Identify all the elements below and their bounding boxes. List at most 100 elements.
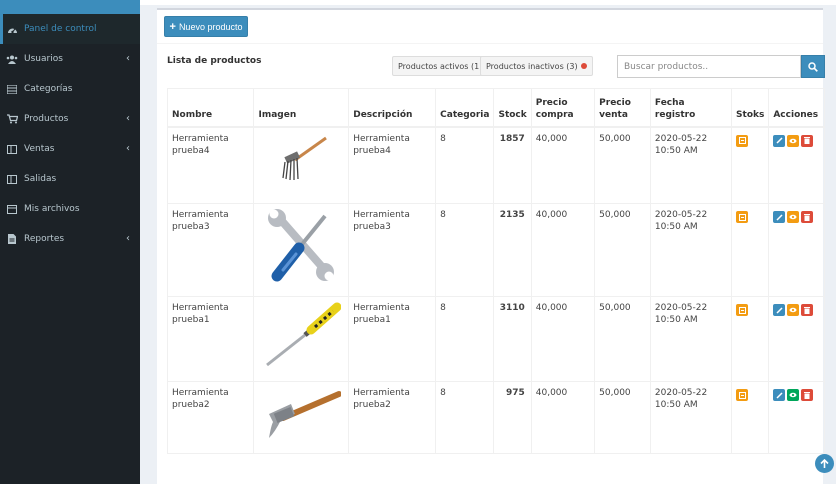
chevron-left-icon: ‹ [126,233,130,244]
cell-stock: 3110 [493,296,532,382]
sidebar-item-panel-de-control[interactable]: Panel de control [0,14,140,44]
view-button[interactable] [787,389,800,401]
table-row: Herramienta prueba3 Herramienta prueba3 … [166,203,825,297]
cell-precio-venta: 50,000 [594,126,651,204]
col-header-acciones: Acciones [768,88,825,128]
view-button[interactable] [787,211,800,223]
col-header-categoria: Categoria [435,88,495,128]
trash-icon [804,306,811,314]
sidebar-item-label: Categorías [24,84,73,94]
delete-button[interactable] [801,389,814,401]
edit-button[interactable] [773,211,786,223]
cell-categoria: 8 [435,296,495,382]
col-header-precio-venta: Precio venta [594,88,651,128]
cell-precio-venta: 50,000 [594,296,651,382]
sidebar-item-label: Ventas [24,144,55,154]
active-products-label: Productos activos (1) [398,61,483,71]
cell-imagen [253,381,350,454]
trash-icon [804,137,811,144]
wrench-screwdriver-image [268,209,335,282]
sidebar-item-reportes[interactable]: Reportes ‹ [0,224,140,254]
sidebar-item-salidas[interactable]: Salidas [0,164,140,194]
cell-descripcion: Herramienta prueba4 [348,126,437,204]
stock-icon [738,137,746,144]
inactive-products-label: Productos inactivos (3) [486,61,578,71]
dashboard-icon [6,23,18,35]
products-box: + Nuevo producto Lista de productos Prod… [157,8,825,484]
stock-button[interactable] [736,304,749,316]
inactive-products-button[interactable]: Productos inactivos (3) [480,56,593,76]
view-button[interactable] [787,304,800,316]
cell-nombre: Herramienta prueba2 [166,381,255,454]
pencil-icon [776,391,783,399]
stock-icon [738,306,746,314]
search-input[interactable] [617,55,801,78]
cell-acciones [768,381,825,454]
sidebar-item-mis-archivos[interactable]: Mis archivos [0,194,140,224]
cell-stock: 2135 [493,203,532,297]
users-icon [6,53,18,65]
inactive-status-dot [580,63,587,69]
file-icon [6,233,18,245]
stock-button[interactable] [736,389,749,401]
cell-nombre: Herramienta prueba4 [166,126,255,204]
cell-fecha: 2020-05-22 10:50 AM [649,126,733,204]
view-button[interactable] [787,134,800,147]
cell-categoria: 8 [435,203,495,297]
delete-button[interactable] [801,211,814,223]
cell-acciones [768,296,825,382]
stock-button[interactable] [736,211,749,223]
delete-button[interactable] [801,134,814,147]
cell-precio-venta: 50,000 [594,203,651,297]
sidebar-item-usuarios[interactable]: Usuarios ‹ [0,44,140,74]
sidebar-item-label: Productos [24,114,69,124]
products-table: Nombre Imagen Descripción Categoria Stoc… [166,88,825,454]
cell-nombre: Herramienta prueba3 [166,203,255,297]
edit-button[interactable] [773,304,786,316]
rake-tool-image [282,136,328,180]
cell-descripcion: Herramienta prueba2 [348,381,437,454]
list-icon [6,83,18,95]
cart-icon [6,113,18,125]
cell-stock: 1857 [493,126,532,204]
cell-precio-compra: 40,000 [530,126,596,204]
sidebar-item-productos[interactable]: Productos ‹ [0,104,140,134]
trash-icon [804,391,811,399]
cell-acciones [768,126,825,204]
table-header-row: Nombre Imagen Descripción Categoria Stoc… [166,88,825,128]
edit-button[interactable] [773,389,786,401]
list-title: Lista de productos [167,56,262,66]
stock-icon [738,391,746,399]
cell-stoks [731,381,770,454]
scroll-top-button[interactable] [815,454,834,473]
eye-icon [789,392,797,398]
window-icon [6,143,18,155]
chevron-left-icon: ‹ [126,53,130,64]
col-header-stock: Stock [493,88,532,128]
sidebar-item-label: Reportes [24,234,65,244]
col-header-descripcion: Descripción [348,88,437,128]
edit-button[interactable] [773,134,786,147]
sidebar-item-ventas[interactable]: Ventas ‹ [0,134,140,164]
sidebar-header [0,0,140,14]
search-icon [808,61,818,72]
col-header-fecha: Fecha registro [649,88,733,128]
eye-icon [789,307,797,313]
cell-imagen [253,296,350,382]
cell-fecha: 2020-05-22 10:50 AM [649,381,733,454]
trash-icon [804,213,811,221]
top-navbar [140,0,836,5]
hammer-image [269,391,342,438]
cell-imagen [253,203,350,297]
stock-button[interactable] [736,134,749,147]
arrow-up-icon [820,458,829,468]
cell-stock: 975 [493,381,532,454]
sidebar-item-label: Panel de control [24,24,97,34]
sidebar-item-categorias[interactable]: Categorías [0,74,140,104]
delete-button[interactable] [801,304,814,316]
search-button[interactable] [801,55,825,78]
cell-precio-venta: 50,000 [594,381,651,454]
new-product-button[interactable]: + Nuevo producto [164,16,248,37]
table-row: Herramienta prueba2 Herramienta prueba2 … [166,381,825,454]
cell-descripcion: Herramienta prueba3 [348,203,437,297]
